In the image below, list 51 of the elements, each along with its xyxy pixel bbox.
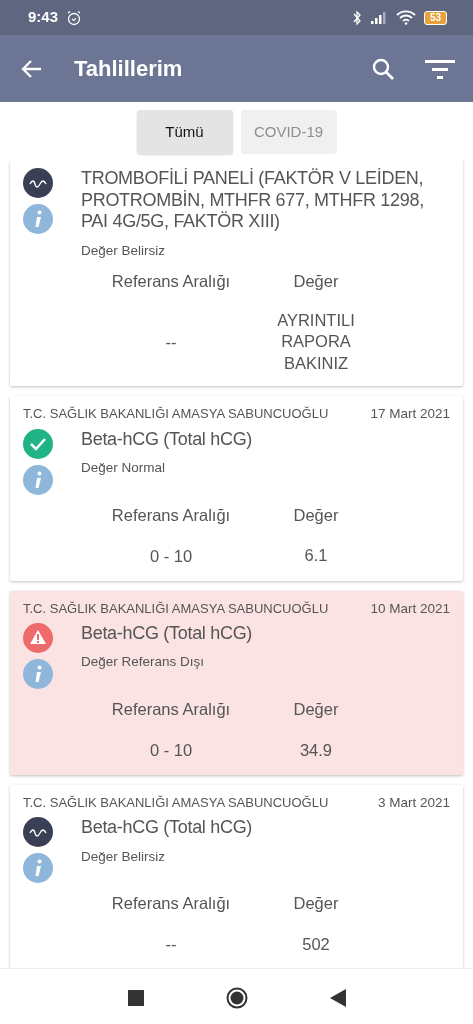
column-label: Referans Aralığı (111, 505, 231, 524)
recent-apps-icon[interactable] (127, 989, 144, 1006)
result-status: Değer Referans Dışı (81, 653, 206, 672)
result-value: AYRINTILI RAPORA BAKINIZ (276, 310, 356, 374)
test-name: TROMBOFİLİ PANELİ (FAKTÖR V LEİDEN, PROTROMBİN, MTHFR 677, MTHFR 1298, PAI 4G/5G, FAKTÖR XIII) (81, 168, 425, 233)
hospital-name: T.C. SAĞLIK BAKANLIĞI AMASYA SABUNCUOĞLU (23, 793, 329, 812)
wifi-icon (395, 10, 416, 25)
test-name: Beta-hCG (Total hCG) (81, 622, 254, 645)
result-card[interactable]: TROMBOFİLİ PANELİ (FAKTÖR V LEİDEN, PROTROMBİN, MTHFR 677, MTHFR 1298, PAI 4G/5G, FAKTÖR XIII) Değer Belirsiz Referans Aralığı Değer -- AYRINTILI RAPORA BAKINIZ (10, 160, 463, 387)
result-card[interactable]: T.C. SAĞLIK BAKANLIĞI AMASYA SABUNCUOĞLU 17 Mart 2021 Beta-hCG (Total hCG) Değer Normal Referans Aralığı Değer 0 - 10 6.1 (10, 396, 463, 581)
hospital-name: T.C. SAĞLIK BAKANLIĞI AMASYA SABUNCUOĞLU (23, 405, 329, 424)
warning-icon (23, 622, 53, 653)
result-status: Değer Normal (81, 459, 167, 478)
result-status: Değer Belirsiz (81, 847, 167, 866)
filter-icon[interactable] (425, 57, 455, 80)
hospital-name: T.C. SAĞLIK BAKANLIĞI AMASYA SABUNCUOĞLU (23, 599, 329, 618)
column-label: Referans Aralığı (111, 699, 231, 718)
reference-range: 0 - 10 (149, 740, 193, 759)
result-card[interactable]: T.C. SAĞLIK BAKANLIĞI AMASYA SABUNCUOĞLU 3 Mart 2021 Beta-hCG (Total hCG) Değer Belirsiz Referans Aralığı Değer -- 502 (10, 784, 463, 968)
result-date: 17 Mart 2021 (370, 405, 450, 424)
home-icon[interactable] (225, 986, 248, 1009)
result-value: 34.9 (298, 739, 334, 761)
result-status: Değer Belirsiz (81, 241, 167, 260)
wave-icon (23, 168, 53, 198)
reference-range: 0 - 10 (149, 546, 193, 565)
test-name: Beta-hCG (Total hCG) (81, 817, 254, 839)
column-label: Değer (293, 699, 339, 718)
column-label: Referans Aralığı (111, 272, 231, 291)
column-label: Değer (293, 272, 339, 291)
reference-range: -- (165, 935, 177, 954)
result-value: 502 (301, 933, 331, 955)
result-date: 3 Mart 2021 (377, 793, 450, 812)
column-label: Değer (293, 894, 339, 913)
test-name: Beta-hCG (Total hCG) (81, 428, 254, 451)
search-icon[interactable] (371, 56, 395, 81)
battery-indicator: 53 (423, 10, 447, 25)
filter-tab[interactable]: Tümü (136, 110, 233, 154)
result-card[interactable]: T.C. SAĞLIK BAKANLIĞI AMASYA SABUNCUOĞLU 10 Mart 2021 Beta-hCG (Total hCG) Değer Referans Dışı Referans Aralığı Değer 0 - 10 34.9 (10, 590, 463, 775)
bluetooth-icon (351, 9, 362, 26)
reference-range: -- (165, 332, 177, 351)
screen-title: Tahlillerim (74, 55, 184, 83)
column-label: Referans Aralığı (111, 894, 231, 913)
alarm-icon (66, 9, 83, 26)
column-label: Değer (293, 505, 339, 524)
back-icon[interactable] (329, 988, 346, 1007)
result-date: 10 Mart 2021 (370, 599, 450, 618)
wave-icon (23, 817, 53, 848)
signal-icon (369, 10, 388, 25)
clock-time: 9:43 (28, 7, 59, 28)
result-value: 6.1 (303, 545, 329, 567)
check-icon (23, 428, 53, 459)
